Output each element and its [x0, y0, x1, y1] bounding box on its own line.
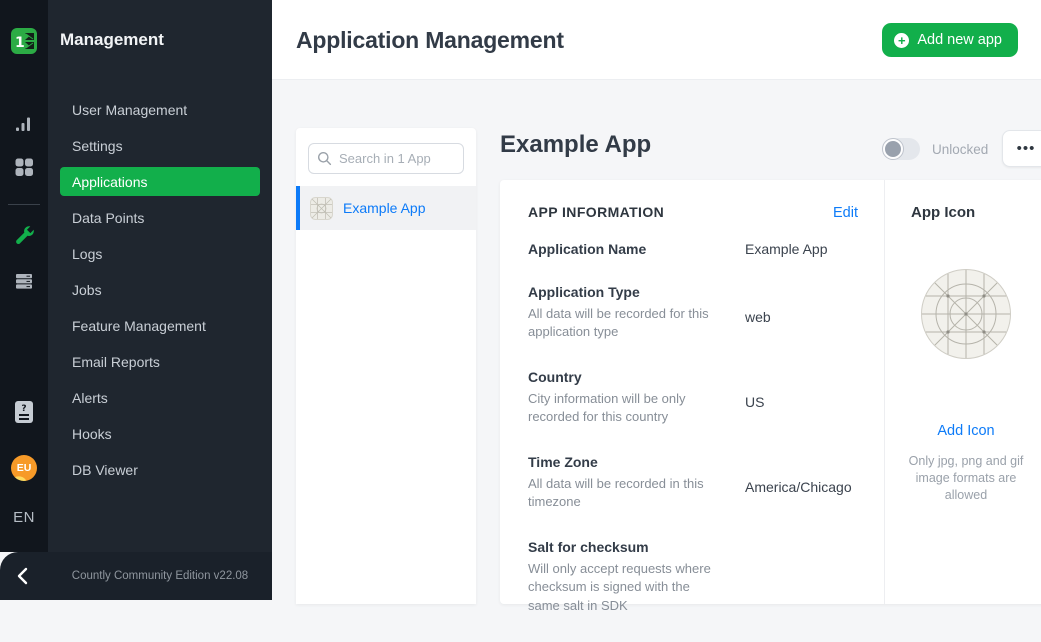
- app-list-item-example-app[interactable]: Example App: [296, 186, 476, 230]
- countly-logo-icon[interactable]: 1: [11, 28, 37, 54]
- app-information-column: APP INFORMATION Edit Application Name Ex…: [528, 204, 858, 642]
- management-wrench-icon[interactable]: [13, 225, 35, 247]
- app-list-panel: Example App: [296, 128, 476, 604]
- field-value: Example App: [745, 241, 828, 257]
- field-application-type: Application Type All data will be record…: [528, 284, 858, 342]
- lock-toggle-label: Unlocked: [932, 142, 988, 157]
- app-information-heading: APP INFORMATION: [528, 204, 664, 220]
- app-search: [308, 143, 464, 174]
- more-options-button[interactable]: •••: [1002, 130, 1041, 167]
- field-label: Salt for checksum: [528, 539, 729, 555]
- sidebar-item-applications[interactable]: Applications: [60, 167, 260, 196]
- sidebar-item-jobs[interactable]: Jobs: [48, 272, 272, 308]
- app-list-item-label: Example App: [343, 200, 426, 216]
- sidebar-item-email-reports[interactable]: Email Reports: [48, 344, 272, 380]
- sidebar-item-settings[interactable]: Settings: [48, 128, 272, 164]
- field-value: web: [745, 309, 771, 342]
- app-icon-placeholder: [919, 267, 1013, 361]
- field-label: Time Zone: [528, 454, 729, 470]
- version-label: Countly Community Edition v22.08: [48, 552, 272, 600]
- plugins-grid-icon[interactable]: [13, 156, 35, 178]
- page-title: Application Management: [296, 27, 564, 54]
- sidebar-item-alerts[interactable]: Alerts: [48, 380, 272, 416]
- sidebar-title: Management: [60, 30, 164, 50]
- add-icon-link[interactable]: Add Icon: [885, 423, 1041, 439]
- add-new-app-label: Add new app: [917, 32, 1002, 48]
- sidebar-menu: User Management Settings Applications Da…: [48, 92, 272, 488]
- field-time-zone: Time Zone All data will be recorded in t…: [528, 454, 858, 512]
- field-description: Will only accept requests where checksum…: [528, 560, 718, 615]
- sidebar-item-db-viewer[interactable]: DB Viewer: [48, 452, 272, 488]
- collapse-sidebar-icon[interactable]: [14, 567, 34, 585]
- add-new-app-button[interactable]: Add new app: [882, 23, 1018, 57]
- analytics-bar-chart-icon[interactable]: [13, 113, 35, 135]
- language-selector[interactable]: EN: [0, 509, 48, 526]
- field-description: All data will be recorded in this timezo…: [528, 475, 718, 512]
- icon-format-note: Only jpg, png and gif image formats are …: [895, 453, 1037, 504]
- management-sidebar: Management User Management Settings Appl…: [48, 0, 272, 552]
- app-detail-title: Example App: [500, 131, 651, 159]
- rail-divider: [8, 204, 40, 205]
- edit-link[interactable]: Edit: [833, 205, 858, 221]
- field-label: Country: [528, 369, 729, 385]
- sidebar-footer: Countly Community Edition v22.08: [0, 552, 272, 600]
- field-value: US: [745, 394, 764, 427]
- data-manager-server-icon[interactable]: [13, 270, 35, 292]
- field-country: Country City information will be only re…: [528, 369, 858, 427]
- lock-toggle-knob: [883, 139, 903, 159]
- field-salt-for-checksum: Salt for checksum Will only accept reque…: [528, 539, 858, 615]
- field-description: All data will be recorded for this appli…: [528, 305, 718, 342]
- sidebar-item-user-management[interactable]: User Management: [48, 92, 272, 128]
- help-feedback-icon[interactable]: ?: [13, 401, 35, 423]
- field-label: Application Name: [528, 241, 729, 257]
- svg-text:?: ?: [21, 404, 26, 414]
- sidebar-item-logs[interactable]: Logs: [48, 236, 272, 272]
- page-header: Application Management Add new app: [272, 0, 1041, 80]
- app-thumbnail-icon: [310, 197, 333, 220]
- icon-rail: 1: [0, 0, 48, 552]
- search-icon: [317, 151, 332, 166]
- plus-icon: [894, 33, 909, 48]
- lock-toggle[interactable]: [882, 138, 920, 160]
- user-avatar[interactable]: EU: [11, 455, 37, 481]
- field-description: City information will be only recorded f…: [528, 390, 718, 427]
- app-information-card: APP INFORMATION Edit Application Name Ex…: [500, 180, 1041, 604]
- sidebar-item-hooks[interactable]: Hooks: [48, 416, 272, 452]
- app-icon-column: App Icon Add Icon Only jpg, png and gif …: [884, 180, 1041, 604]
- sidebar-item-feature-management[interactable]: Feature Management: [48, 308, 272, 344]
- svg-text:1: 1: [15, 35, 25, 51]
- field-value: America/Chicago: [745, 479, 852, 512]
- sidebar-item-data-points[interactable]: Data Points: [48, 200, 272, 236]
- content-area: Example App Example App Unlocked ••• APP…: [272, 80, 1041, 600]
- field-application-name: Application Name Example App: [528, 241, 858, 257]
- field-label: Application Type: [528, 284, 729, 300]
- app-icon-heading: App Icon: [911, 204, 1041, 221]
